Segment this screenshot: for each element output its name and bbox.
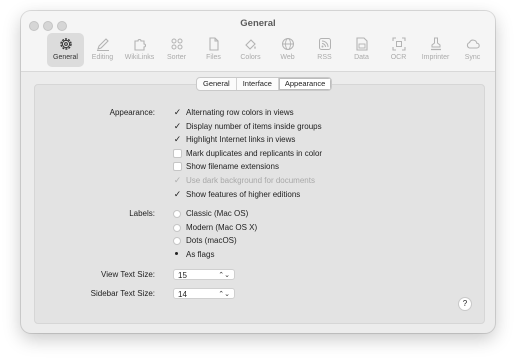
file-icon — [208, 37, 219, 51]
toolbar-item-label: Web — [280, 54, 295, 61]
toolbar-item-label: General — [53, 54, 78, 61]
toolbar-item-ocr[interactable]: OCR — [380, 33, 417, 67]
toolbar-item-files[interactable]: Files — [195, 33, 232, 67]
preferences-window: General General Editing WikiLinks Sorter… — [21, 11, 495, 333]
tab-general[interactable]: General — [197, 78, 237, 90]
help-button[interactable]: ? — [458, 297, 472, 311]
toolbar-item-label: Imprinter — [421, 54, 450, 61]
appearance-label: Appearance: — [109, 108, 155, 117]
toolbar-item-label: Data — [354, 54, 369, 61]
tab-bar: General Interface Appearance — [196, 77, 333, 91]
toolbar-item-sync[interactable]: Sync — [454, 33, 491, 67]
checkmark-icon: ✓ — [173, 134, 182, 144]
view-text-size-select[interactable]: 15 ⌃⌄ — [173, 269, 235, 280]
radio-button — [173, 209, 181, 218]
toolbar-item-rss[interactable]: RSS — [306, 33, 343, 67]
sorter-icon — [171, 38, 182, 50]
title-bar: General General Editing WikiLinks Sorter… — [21, 11, 495, 72]
radio-label: As flags — [186, 250, 215, 259]
toolbar-item-label: WikiLinks — [124, 54, 155, 61]
radio-button-selected — [173, 251, 181, 259]
checkbox-label: Use dark background for documents — [186, 176, 315, 185]
toolbar-item-label: Colors — [240, 54, 261, 61]
checkbox-highlight-internet-links[interactable]: ✓ Highlight Internet links in views — [173, 134, 296, 145]
toolbar-item-sorter[interactable]: Sorter — [158, 33, 195, 67]
checkbox-higher-editions[interactable]: ✓ Show features of higher editions — [173, 189, 301, 200]
checkbox-show-filename-extensions[interactable]: Show filename extensions — [173, 161, 279, 172]
checkmark-icon: ✓ — [173, 175, 182, 185]
toolbar-item-label: OCR — [390, 54, 407, 61]
cloud-icon — [466, 39, 480, 49]
checkbox-label: Show filename extensions — [186, 162, 279, 171]
toolbar-item-label: Files — [206, 54, 221, 61]
toolbar-item-editing[interactable]: Editing — [84, 33, 121, 67]
labels-label: Labels: — [129, 209, 155, 218]
radio-button — [173, 223, 181, 232]
radio-label: Modern (Mac OS X) — [186, 223, 258, 232]
stamp-icon — [430, 37, 441, 51]
window-title: General — [240, 18, 276, 29]
tab-interface[interactable]: Interface — [237, 78, 279, 90]
checkbox-label: Display number of items inside groups — [186, 122, 322, 131]
checkbox-label: Mark duplicates and replicants in color — [186, 149, 323, 158]
checkmark-icon: ✓ — [173, 107, 182, 117]
toolbar-item-colors[interactable]: Colors — [232, 33, 269, 67]
radio-button — [173, 236, 181, 245]
checkmark-icon: ✓ — [173, 189, 182, 199]
updown-chevron-icon: ⌃⌄ — [218, 291, 230, 298]
sidebar-text-size-value: 14 — [178, 290, 187, 299]
checkbox-alternating-row-colors[interactable]: ✓ Alternating row colors in views — [173, 107, 294, 118]
tab-appearance[interactable]: Appearance — [278, 78, 332, 90]
radio-modern[interactable]: Modern (Mac OS X) — [173, 222, 257, 233]
gear-icon — [59, 38, 72, 50]
checkbox-mark-duplicates[interactable]: Mark duplicates and replicants in color — [173, 148, 322, 159]
empty-checkbox — [173, 149, 182, 158]
toolbar-item-general[interactable]: General — [47, 33, 84, 67]
view-text-size-value: 15 — [178, 271, 187, 280]
radio-label: Dots (macOS) — [186, 236, 237, 245]
checkbox-label: Alternating row colors in views — [186, 108, 294, 117]
rss-icon — [318, 38, 331, 50]
data-icon — [355, 37, 368, 51]
toolbar-item-label: RSS — [317, 54, 332, 61]
checkbox-display-number-of-items[interactable]: ✓ Display number of items inside groups — [173, 121, 322, 132]
toolbar-item-label: Editing — [91, 54, 114, 61]
preferences-toolbar: General Editing WikiLinks Sorter Files C… — [47, 33, 491, 69]
toolbar-item-web[interactable]: Web — [269, 33, 306, 67]
toolbar-item-wikilinks[interactable]: WikiLinks — [121, 33, 158, 67]
toolbar-item-label: Sorter — [166, 54, 187, 61]
view-text-size-label: View Text Size: — [101, 270, 155, 279]
appearance-panel: Appearance: ✓ Alternating row colors in … — [34, 84, 485, 324]
toolbar-item-label: Sync — [464, 54, 481, 61]
pencil-icon — [96, 38, 109, 51]
sidebar-text-size-label: Sidebar Text Size: — [90, 289, 155, 298]
empty-checkbox — [173, 162, 182, 171]
updown-chevron-icon: ⌃⌄ — [218, 272, 230, 279]
globe-icon — [281, 38, 294, 50]
checkbox-dark-background: ✓ Use dark background for documents — [173, 175, 315, 186]
toolbar-item-imprinter[interactable]: Imprinter — [417, 33, 454, 67]
radio-dots[interactable]: Dots (macOS) — [173, 235, 237, 246]
radio-label: Classic (Mac OS) — [186, 209, 249, 218]
checkbox-label: Show features of higher editions — [186, 190, 301, 199]
radio-classic[interactable]: Classic (Mac OS) — [173, 208, 248, 219]
ocr-icon — [391, 37, 406, 51]
toolbar-item-data[interactable]: Data — [343, 33, 380, 67]
checkmark-icon: ✓ — [173, 121, 182, 131]
checkbox-label: Highlight Internet links in views — [186, 135, 296, 144]
sidebar-text-size-select[interactable]: 14 ⌃⌄ — [173, 288, 235, 299]
radio-as-flags[interactable]: As flags — [173, 249, 214, 260]
paint-icon — [244, 39, 256, 50]
puzzle-icon — [133, 39, 146, 51]
